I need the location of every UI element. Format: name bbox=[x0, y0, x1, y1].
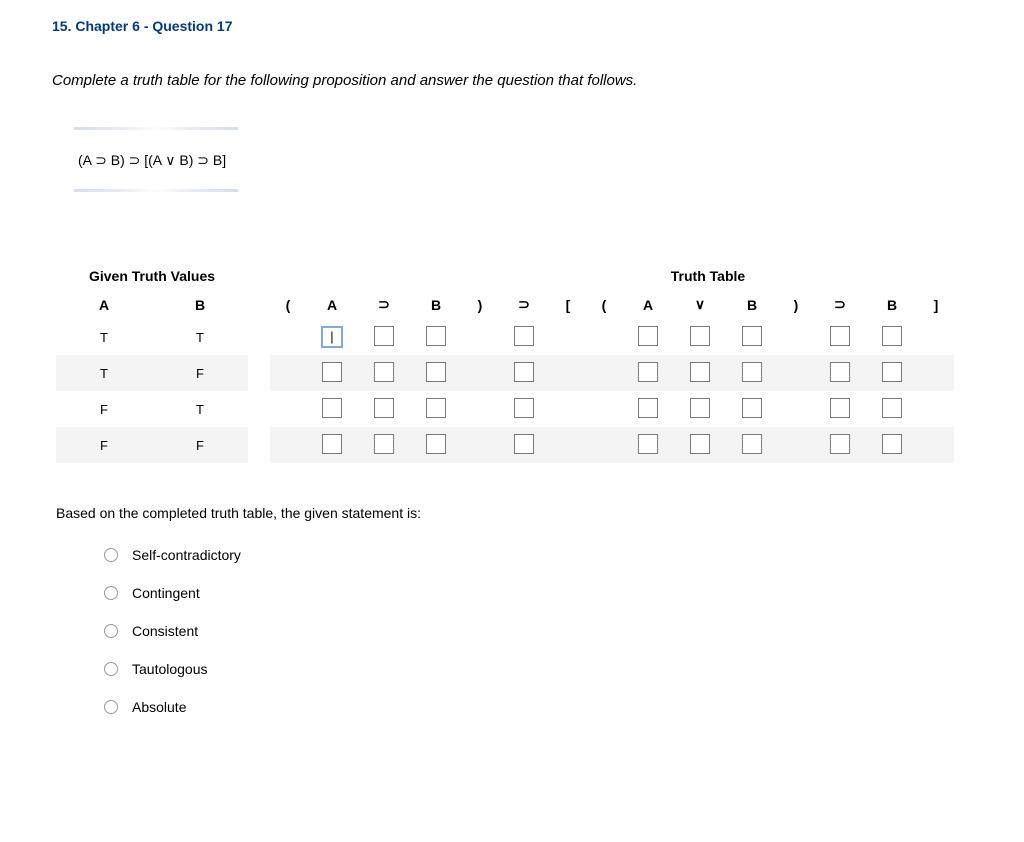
given-A: T bbox=[56, 355, 152, 391]
truth-cell-input[interactable] bbox=[690, 362, 710, 382]
truth-cell-input[interactable] bbox=[638, 434, 658, 454]
col-B3: B bbox=[726, 290, 778, 319]
truth-cell-input[interactable] bbox=[690, 398, 710, 418]
truth-cell-input[interactable] bbox=[374, 434, 394, 454]
truth-cell-input[interactable] bbox=[374, 398, 394, 418]
col-or: ∨ bbox=[674, 290, 726, 319]
option-label: Tautologous bbox=[132, 661, 208, 677]
col-rbrack: ] bbox=[918, 290, 954, 319]
option-label: Absolute bbox=[132, 699, 186, 715]
truth-cell-input[interactable] bbox=[638, 362, 658, 382]
proposition-block: (A ⊃ B) ⊃ [(A ∨ B) ⊃ B] bbox=[74, 127, 254, 192]
col-B4: B bbox=[866, 290, 918, 319]
option-absolute[interactable]: Absolute bbox=[104, 699, 972, 715]
truth-cell-input[interactable] bbox=[690, 326, 710, 346]
radio-icon[interactable] bbox=[104, 700, 118, 714]
truth-cell-input[interactable] bbox=[426, 398, 446, 418]
truth-table-header: Truth Table bbox=[498, 262, 918, 290]
truth-cell-input[interactable] bbox=[514, 326, 534, 346]
truth-cell-input[interactable] bbox=[742, 362, 762, 382]
col-rparen2: ) bbox=[778, 290, 814, 319]
radio-icon[interactable] bbox=[104, 586, 118, 600]
option-self-contradictory[interactable]: Self-contradictory bbox=[104, 547, 972, 563]
col-A: A bbox=[56, 290, 152, 319]
truth-cell-input[interactable] bbox=[426, 434, 446, 454]
truth-cell-input[interactable] bbox=[690, 434, 710, 454]
given-A: F bbox=[56, 391, 152, 427]
truth-cell-input[interactable] bbox=[638, 398, 658, 418]
col-sup2: ⊃ bbox=[498, 290, 550, 319]
truth-cell-input[interactable] bbox=[882, 398, 902, 418]
option-label: Consistent bbox=[132, 623, 198, 639]
question-title: 15. Chapter 6 - Question 17 bbox=[52, 18, 972, 34]
truth-cell-input[interactable] bbox=[374, 362, 394, 382]
option-tautologous[interactable]: Tautologous bbox=[104, 661, 972, 677]
truth-cell-input[interactable] bbox=[830, 398, 850, 418]
truth-cell-input[interactable] bbox=[742, 434, 762, 454]
truth-cell-input[interactable] bbox=[322, 398, 342, 418]
truth-cell-input[interactable] bbox=[830, 434, 850, 454]
given-A: F bbox=[56, 427, 152, 463]
col-sup1: ⊃ bbox=[358, 290, 410, 319]
given-B: T bbox=[152, 319, 248, 355]
divider-bottom bbox=[74, 189, 238, 192]
col-B2: B bbox=[410, 290, 462, 319]
truth-cell-input[interactable] bbox=[882, 362, 902, 382]
col-A2: A bbox=[306, 290, 358, 319]
given-B: T bbox=[152, 391, 248, 427]
follow-up-question: Based on the completed truth table, the … bbox=[56, 505, 972, 521]
radio-icon[interactable] bbox=[104, 548, 118, 562]
truth-cell-input[interactable] bbox=[322, 362, 342, 382]
col-A3: A bbox=[622, 290, 674, 319]
option-label: Contingent bbox=[132, 585, 200, 601]
radio-icon[interactable] bbox=[104, 624, 118, 638]
option-consistent[interactable]: Consistent bbox=[104, 623, 972, 639]
option-label: Self-contradictory bbox=[132, 547, 241, 563]
col-sup3: ⊃ bbox=[814, 290, 866, 319]
proposition-text: (A ⊃ B) ⊃ [(A ∨ B) ⊃ B] bbox=[74, 130, 254, 189]
truth-cell-input[interactable] bbox=[374, 326, 394, 346]
truth-cell-input[interactable] bbox=[742, 398, 762, 418]
truth-cell-input[interactable] bbox=[882, 326, 902, 346]
truth-cell-input[interactable] bbox=[742, 326, 762, 346]
given-values-header: Given Truth Values bbox=[56, 262, 248, 290]
truth-cell-input[interactable] bbox=[514, 434, 534, 454]
truth-table: Given Truth Values Truth Table A B ( A ⊃… bbox=[56, 262, 954, 463]
truth-cell-input[interactable] bbox=[830, 362, 850, 382]
truth-cell-input[interactable] bbox=[514, 398, 534, 418]
radio-icon[interactable] bbox=[104, 662, 118, 676]
truth-cell-input[interactable] bbox=[426, 326, 446, 346]
truth-cell-input[interactable] bbox=[322, 434, 342, 454]
gap bbox=[248, 262, 270, 290]
col-lparen2: ( bbox=[586, 290, 622, 319]
col-B: B bbox=[152, 290, 248, 319]
given-B: F bbox=[152, 355, 248, 391]
truth-cell-input[interactable]: | bbox=[322, 327, 342, 347]
given-B: F bbox=[152, 427, 248, 463]
truth-cell-input[interactable] bbox=[830, 326, 850, 346]
truth-cell-input[interactable] bbox=[514, 362, 534, 382]
truth-cell-input[interactable] bbox=[882, 434, 902, 454]
col-rparen: ) bbox=[462, 290, 498, 319]
col-lbrack: [ bbox=[550, 290, 586, 319]
truth-cell-input[interactable] bbox=[638, 326, 658, 346]
answer-options: Self-contradictory Contingent Consistent… bbox=[104, 547, 972, 715]
truth-cell-input[interactable] bbox=[426, 362, 446, 382]
given-A: T bbox=[56, 319, 152, 355]
col-lparen: ( bbox=[270, 290, 306, 319]
option-contingent[interactable]: Contingent bbox=[104, 585, 972, 601]
question-instructions: Complete a truth table for the following… bbox=[52, 72, 972, 89]
